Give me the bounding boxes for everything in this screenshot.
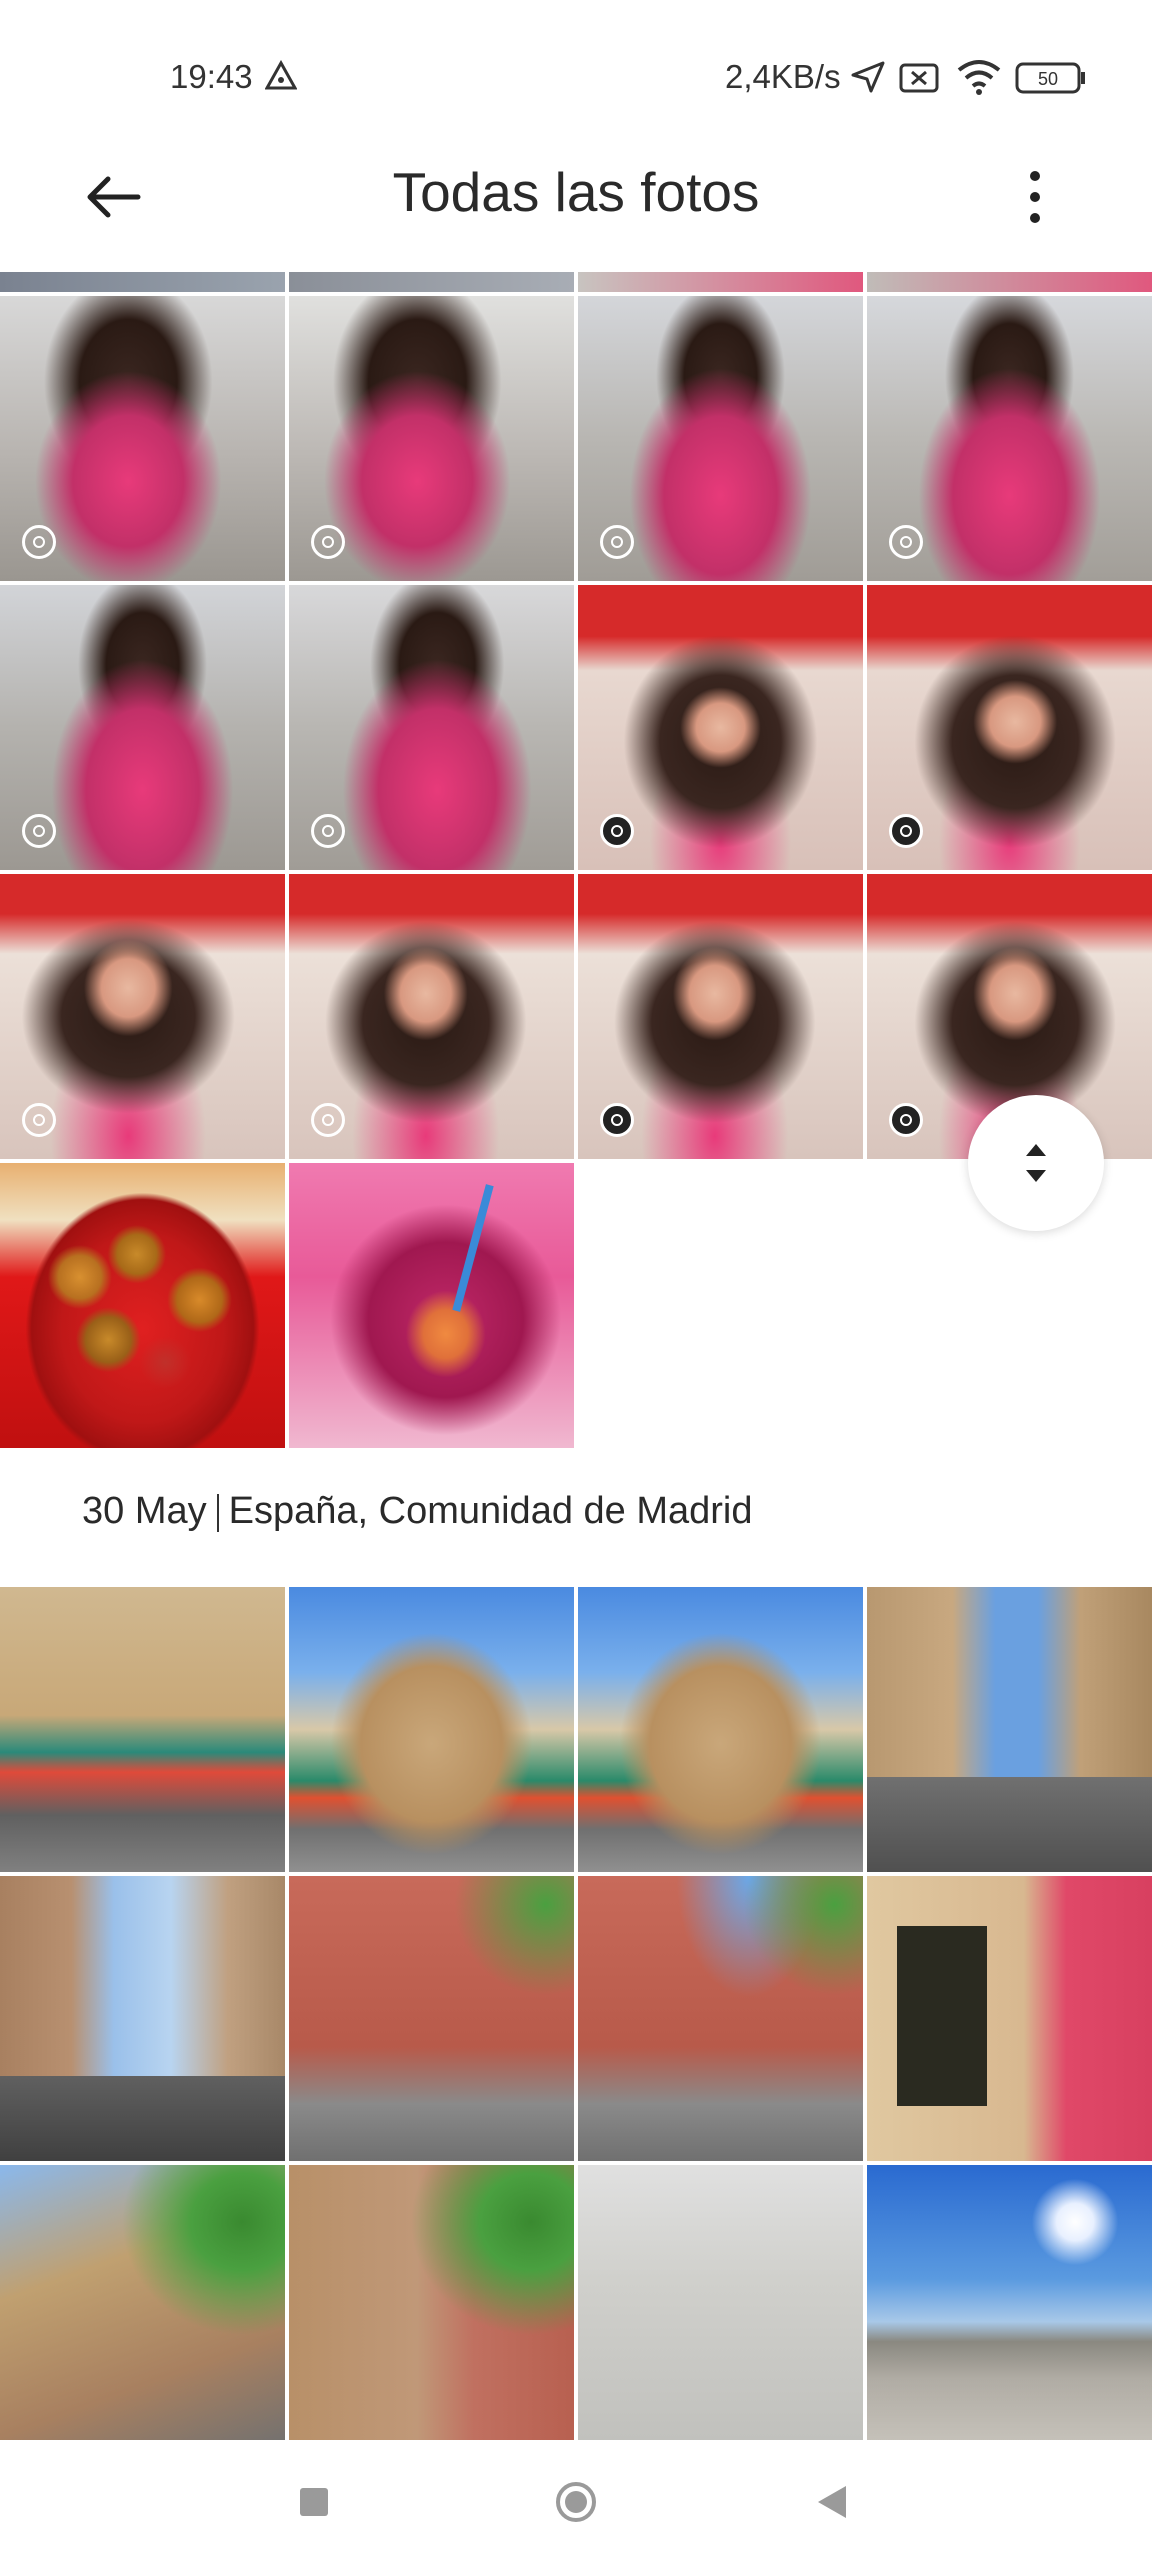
photo-thumbnail[interactable] [289, 272, 574, 292]
wifi-icon [957, 60, 1001, 95]
alert-icon [265, 60, 297, 90]
photo-thumbnail[interactable] [578, 296, 863, 581]
photo-thumbnail[interactable] [289, 585, 574, 870]
photo-thumbnail[interactable] [0, 1876, 285, 2161]
photo-thumbnail[interactable] [578, 874, 863, 1159]
shutter-badge-icon [311, 525, 345, 559]
photo-thumbnail[interactable] [578, 2165, 863, 2450]
status-time: 19:43 [170, 58, 253, 95]
photo-thumbnail[interactable] [0, 585, 285, 870]
battery-icon: 50 [1015, 62, 1085, 94]
location-icon [851, 61, 885, 93]
recents-square-icon[interactable] [300, 2488, 328, 2516]
section-location: España, Comunidad de Madrid [228, 1490, 753, 1532]
shutter-badge-icon [22, 525, 56, 559]
photo-thumbnail[interactable] [867, 585, 1152, 870]
sort-arrows-icon [1026, 1144, 1046, 1182]
network-speed: 2,4KB/s [725, 58, 841, 95]
road-decoration [0, 2076, 285, 2161]
battery-level: 50 [1038, 69, 1058, 89]
section-header: 30 May España, Comunidad de Madrid [82, 1490, 753, 1533]
photo-thumbnail[interactable] [0, 2165, 285, 2450]
photo-thumbnail[interactable] [867, 1587, 1152, 1872]
photo-thumbnail[interactable] [289, 1163, 574, 1448]
photo-thumbnail[interactable] [0, 874, 285, 1159]
shutter-badge-icon [600, 525, 634, 559]
photo-thumbnail[interactable] [0, 1587, 285, 1872]
more-vertical-icon[interactable] [1010, 162, 1060, 232]
photo-thumbnail[interactable] [289, 1876, 574, 2161]
road-decoration [867, 1777, 1152, 1872]
photo-thumbnail[interactable] [0, 272, 285, 292]
status-bar: 19:43 2,4KB/s 50 [0, 0, 1152, 150]
photo-thumbnail[interactable] [867, 2165, 1152, 2450]
no-sim-icon [899, 63, 939, 93]
photo-thumbnail[interactable] [289, 874, 574, 1159]
back-triangle-icon[interactable] [818, 2486, 846, 2518]
straw-decoration [452, 1184, 494, 1312]
app-bar: Todas las fotos [0, 140, 1152, 270]
shutter-badge-icon [22, 814, 56, 848]
shutter-badge-icon [311, 814, 345, 848]
shutter-badge-icon [889, 525, 923, 559]
photo-thumbnail[interactable] [289, 2165, 574, 2450]
photo-thumbnail[interactable] [578, 1876, 863, 2161]
photo-thumbnail[interactable] [578, 1587, 863, 1872]
page-title: Todas las fotos [392, 161, 760, 223]
photo-thumbnail[interactable] [578, 585, 863, 870]
shutter-badge-icon [889, 814, 923, 848]
shutter-badge-icon [600, 1103, 634, 1137]
photo-thumbnail[interactable] [289, 296, 574, 581]
home-circle-icon[interactable] [556, 2482, 596, 2522]
photo-thumbnail[interactable] [867, 272, 1152, 292]
photo-thumbnail[interactable] [0, 1163, 285, 1448]
photo-thumbnail[interactable] [578, 272, 863, 292]
shutter-badge-icon [22, 1103, 56, 1137]
shutter-badge-icon [311, 1103, 345, 1137]
system-nav-bar [0, 2440, 1152, 2560]
photo-thumbnail[interactable] [289, 1587, 574, 1872]
separator [216, 1493, 219, 1532]
photo-thumbnail[interactable] [0, 296, 285, 581]
scroll-fast-button[interactable] [968, 1095, 1104, 1231]
shutter-badge-icon [889, 1103, 923, 1137]
shutter-badge-icon [600, 814, 634, 848]
photo-thumbnail[interactable] [867, 296, 1152, 581]
section-date: 30 May [82, 1490, 207, 1532]
window-decoration [897, 1926, 987, 2106]
photo-thumbnail[interactable] [867, 1876, 1152, 2161]
